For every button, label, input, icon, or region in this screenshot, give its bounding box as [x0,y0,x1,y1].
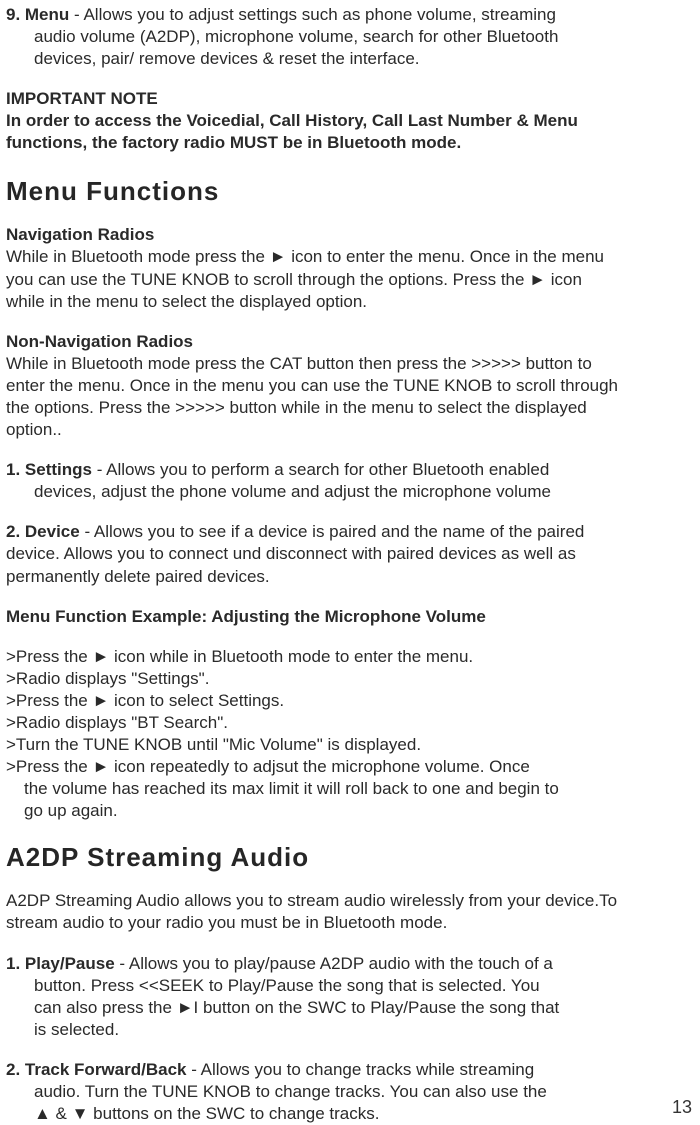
non-navigation-radios-section: Non-Navigation Radios While in Bluetooth… [6,331,694,441]
a2dp-intro-line1: A2DP Streaming Audio allows you to strea… [6,890,694,912]
important-note: IMPORTANT NOTE In order to access the Vo… [6,88,694,154]
play-pause-item: 1. Play/Pause - Allows you to play/pause… [6,953,694,1041]
step-4: >Radio displays "BT Search". [6,712,694,734]
play-pause-label: 1. Play/Pause [6,954,115,973]
device-item: 2. Device - Allows you to see if a devic… [6,521,694,587]
play-pause-line1: - Allows you to play/pause A2DP audio wi… [115,954,553,973]
step-6c: go up again. [6,800,694,822]
settings-line1: - Allows you to perform a search for oth… [92,460,549,479]
track-line1: - Allows you to change tracks while stre… [186,1060,534,1079]
item9-text1: - Allows you to adjust settings such as … [69,5,556,24]
step-6: >Press the ► icon repeatedly to adjsut t… [6,756,694,778]
non-nav-radios-line3: the options. Press the >>>>> button whil… [6,397,694,419]
page-content: 9. Menu - Allows you to adjust settings … [6,4,694,1125]
nav-radios-line1: While in Bluetooth mode press the ► icon… [6,246,694,268]
important-note-body1: In order to access the Voicedial, Call H… [6,110,694,132]
track-line2: audio. Turn the TUNE KNOB to change trac… [6,1081,694,1103]
a2dp-heading: A2DP Streaming Audio [6,841,694,875]
important-note-title: IMPORTANT NOTE [6,88,694,110]
a2dp-intro: A2DP Streaming Audio allows you to strea… [6,890,694,934]
menu-item-9: 9. Menu - Allows you to adjust settings … [6,4,694,70]
non-nav-radios-heading: Non-Navigation Radios [6,331,694,353]
device-label: 2. Device [6,522,80,541]
example-heading: Menu Function Example: Adjusting the Mic… [6,606,694,628]
nav-radios-line2: you can use the TUNE KNOB to scroll thro… [6,269,694,291]
a2dp-intro-line2: stream audio to your radio you must be i… [6,912,694,934]
item9-text2: audio volume (A2DP), microphone volume, … [6,26,694,48]
navigation-radios-section: Navigation Radios While in Bluetooth mod… [6,224,694,312]
settings-line2: devices, adjust the phone volume and adj… [6,481,694,503]
item9-text3: devices, pair/ remove devices & reset th… [6,48,694,70]
example-steps: >Press the ► icon while in Bluetooth mod… [6,646,694,823]
nav-radios-heading: Navigation Radios [6,224,694,246]
page-number: 13 [672,1096,692,1119]
settings-label: 1. Settings [6,460,92,479]
non-nav-radios-line1: While in Bluetooth mode press the CAT bu… [6,353,694,375]
track-label: 2. Track Forward/Back [6,1060,186,1079]
settings-item: 1. Settings - Allows you to perform a se… [6,459,694,503]
play-pause-line3: can also press the ►I button on the SWC … [6,997,694,1019]
non-nav-radios-line4: option.. [6,419,694,441]
item9-label: 9. Menu [6,5,69,24]
play-pause-line2: button. Press <<SEEK to Play/Pause the s… [6,975,694,997]
step-5: >Turn the TUNE KNOB until "Mic Volume" i… [6,734,694,756]
menu-functions-heading: Menu Functions [6,175,694,209]
device-line3: permanently delete paired devices. [6,566,694,588]
track-item: 2. Track Forward/Back - Allows you to ch… [6,1059,694,1125]
step-6b: the volume has reached its max limit it … [6,778,694,800]
device-line1: - Allows you to see if a device is paire… [80,522,585,541]
step-3: >Press the ► icon to select Settings. [6,690,694,712]
non-nav-radios-line2: enter the menu. Once in the menu you can… [6,375,694,397]
track-line3: ▲ & ▼ buttons on the SWC to change track… [6,1103,694,1125]
step-1: >Press the ► icon while in Bluetooth mod… [6,646,694,668]
play-pause-line4: is selected. [6,1019,694,1041]
nav-radios-line3: while in the menu to select the displaye… [6,291,694,313]
device-line2: device. Allows you to connect und discon… [6,543,694,565]
important-note-body2: functions, the factory radio MUST be in … [6,132,694,154]
step-2: >Radio displays "Settings". [6,668,694,690]
